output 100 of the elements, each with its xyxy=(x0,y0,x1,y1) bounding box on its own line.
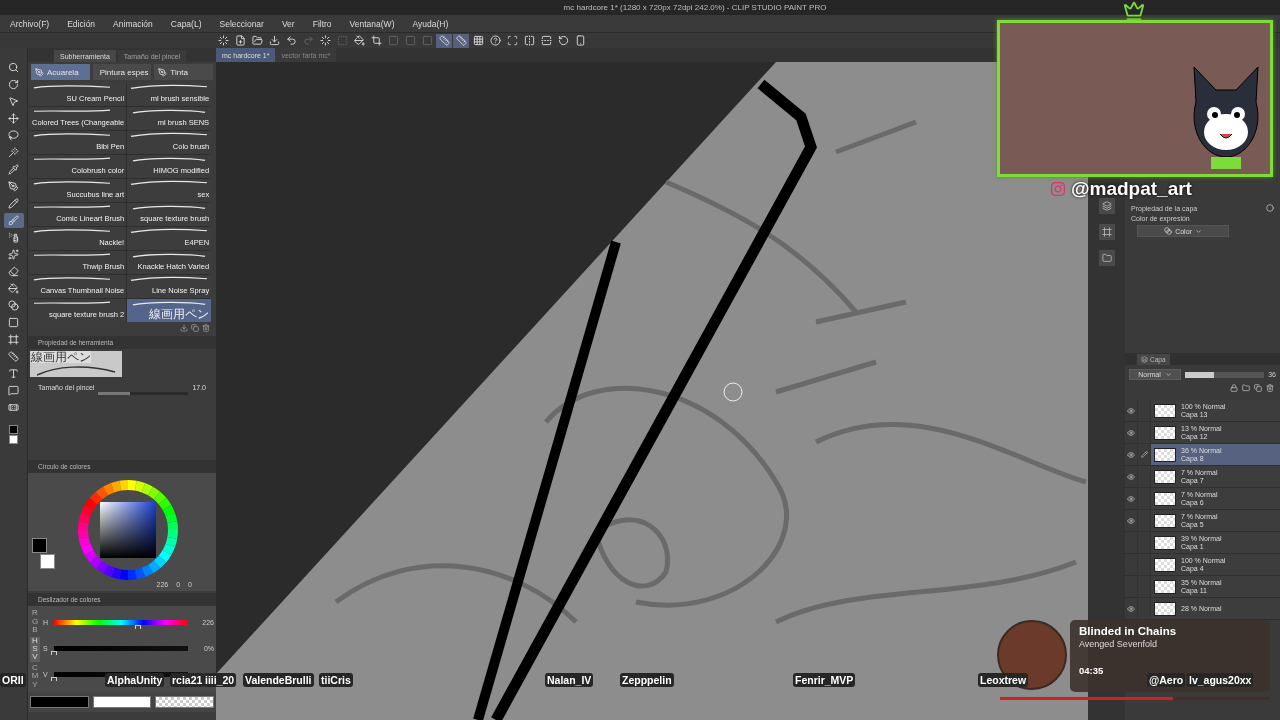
grid-icon xyxy=(472,35,484,46)
toolbar-button[interactable] xyxy=(249,33,265,48)
toolbar-button[interactable] xyxy=(453,33,469,48)
menu-item[interactable]: Ventana(W) xyxy=(349,18,395,29)
chat-username: AlphaUnity xyxy=(105,673,165,687)
brush-preview-label: 線画用ペン xyxy=(31,351,91,363)
layer-thumbnail xyxy=(1154,579,1176,594)
help-icon xyxy=(489,35,501,46)
instagram-icon xyxy=(1050,181,1066,197)
trash-icon[interactable] xyxy=(1266,384,1274,392)
spray-icon xyxy=(8,232,19,243)
layer-thumbnail xyxy=(1154,557,1176,572)
toolbar-button[interactable] xyxy=(351,33,367,48)
song-time: 04:35 xyxy=(1079,665,1105,676)
toolbar-button[interactable] xyxy=(317,33,333,48)
toolbar-button[interactable] xyxy=(436,33,452,48)
square-icon xyxy=(421,35,433,46)
chat-username: lv_agus20xx xyxy=(1187,673,1254,687)
circle-icon[interactable] xyxy=(1266,204,1274,212)
slider-thumb[interactable] xyxy=(51,651,57,655)
menu-item[interactable]: Animación xyxy=(113,18,153,29)
brush-item[interactable]: 線画用ペン xyxy=(127,299,212,322)
chat-username: @Aero xyxy=(1147,673,1186,687)
menu-item[interactable]: Seleccionar xyxy=(219,18,264,29)
visibility-cell[interactable] xyxy=(1125,598,1138,619)
visibility-cell[interactable] xyxy=(1125,488,1138,509)
color-swatch[interactable] xyxy=(9,435,18,444)
bucket-icon xyxy=(353,35,365,46)
subtool-group-tab[interactable]: Acuarela xyxy=(31,64,90,80)
toolbar-button[interactable] xyxy=(538,33,554,48)
side-panel-button[interactable] xyxy=(1098,198,1115,214)
chat-username: iiii_20 xyxy=(203,673,237,687)
menu-item[interactable]: Archivo(F) xyxy=(10,18,50,29)
layers-icon xyxy=(1141,356,1148,363)
chevron-down-icon xyxy=(1164,371,1172,378)
chat-username: Leoxtrew xyxy=(978,673,1029,687)
menu-item[interactable]: Filtro xyxy=(312,18,332,29)
redo-icon xyxy=(302,35,314,46)
visibility-cell[interactable] xyxy=(1125,444,1138,465)
chat-username: tiiCris xyxy=(319,673,353,687)
chat-username: ORII xyxy=(0,673,26,687)
trash-icon[interactable] xyxy=(202,324,210,332)
lasso-icon xyxy=(8,130,19,141)
visibility-cell[interactable] xyxy=(1125,422,1138,443)
visibility-cell[interactable] xyxy=(1125,510,1138,531)
undo-icon xyxy=(285,35,297,46)
menu-item[interactable]: Ver xyxy=(281,18,295,29)
side-panel-button[interactable] xyxy=(1098,224,1115,240)
visibility-cell[interactable] xyxy=(1125,400,1138,421)
lock-icon[interactable] xyxy=(1230,384,1238,392)
flip-vertical-icon xyxy=(540,35,552,46)
bucket-icon xyxy=(8,283,19,294)
side-panel-button[interactable] xyxy=(1098,250,1115,266)
rotate-icon xyxy=(557,35,569,46)
transparent-swatch[interactable] xyxy=(155,696,214,708)
slider-thumb[interactable] xyxy=(135,625,142,629)
sparkles-icon xyxy=(8,249,19,260)
pen-icon xyxy=(8,181,19,192)
layer-thumbnail xyxy=(1154,513,1176,528)
speech-bubble-icon xyxy=(8,385,19,396)
subtool-group-tab[interactable]: Tinta xyxy=(154,64,213,80)
color-swatch[interactable] xyxy=(92,696,152,708)
eye-icon xyxy=(1127,406,1135,415)
color-swatch[interactable] xyxy=(40,554,55,570)
eraser-icon xyxy=(8,266,19,277)
download-icon[interactable] xyxy=(180,324,188,332)
opacity-fill[interactable] xyxy=(1185,371,1214,378)
folder-icon[interactable] xyxy=(1242,384,1250,392)
slider-thumb[interactable] xyxy=(51,677,57,681)
layer-thumbnail xyxy=(1154,469,1176,484)
color-mode-tab[interactable]: CMY xyxy=(30,663,40,689)
dotted-circle-icon xyxy=(319,35,331,46)
toolbar-button[interactable] xyxy=(487,33,503,48)
song-title: Blinded in Chains xyxy=(1079,625,1178,637)
color-swatch[interactable] xyxy=(9,425,18,434)
eye-icon xyxy=(1127,428,1135,437)
opacity-slider[interactable] xyxy=(1185,371,1265,378)
flip-horizontal-icon xyxy=(523,35,535,46)
chat-username: rcia21 xyxy=(170,673,205,687)
tool-button[interactable] xyxy=(3,213,24,228)
square-icon xyxy=(404,35,416,46)
menu-item[interactable]: Capa(L) xyxy=(170,18,202,29)
toolbar-button[interactable] xyxy=(368,33,384,48)
menu-item[interactable]: Edición xyxy=(67,18,96,29)
color-mode-tab[interactable]: HSV xyxy=(30,636,40,662)
copy-icon[interactable] xyxy=(1254,384,1262,392)
folder-icon xyxy=(1101,253,1112,263)
menu-item[interactable]: Ayuda(H) xyxy=(412,18,449,29)
pen-icon xyxy=(158,67,168,77)
color-swatch[interactable] xyxy=(32,538,47,554)
color-swatch[interactable] xyxy=(30,696,89,708)
color-mode-tab[interactable]: RGB xyxy=(30,609,40,635)
subtool-group-tab[interactable]: Pintura espes xyxy=(92,64,152,80)
window-title: mc hardcore 1* (1280 x 720px 72dpi 242.0%) - CLIP STUDIO PAINT PRO xyxy=(563,3,827,12)
chat-username: Nalan_IV xyxy=(545,673,594,687)
visibility-cell[interactable] xyxy=(1125,466,1138,487)
brush-cursor-icon xyxy=(723,382,743,402)
copy-icon[interactable] xyxy=(191,324,199,332)
text-icon xyxy=(8,368,19,379)
gradient-icon xyxy=(8,300,19,311)
